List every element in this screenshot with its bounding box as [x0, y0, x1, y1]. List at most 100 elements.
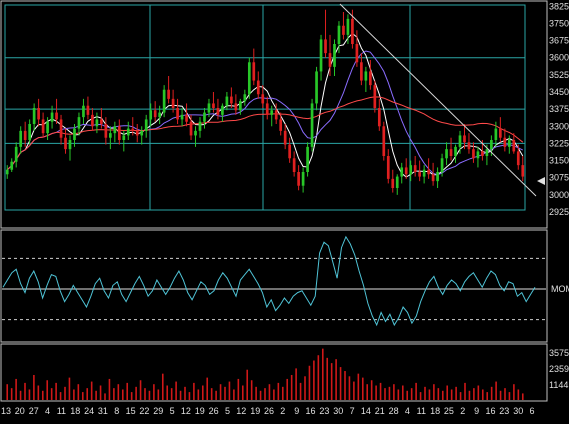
candle-body — [382, 126, 386, 156]
candle-body — [256, 80, 260, 95]
candle-body — [247, 62, 251, 95]
candle-body — [400, 167, 404, 177]
price-tick-label: 3675 — [549, 36, 569, 46]
date-tick-label: 9 — [294, 406, 299, 416]
candle-body — [109, 133, 112, 138]
candle-body — [445, 149, 448, 159]
candle-body — [55, 112, 58, 120]
date-tick-label: 16 — [485, 406, 495, 416]
candle-body — [265, 103, 269, 115]
candle-body — [391, 178, 395, 188]
date-tick-label: 24 — [84, 406, 94, 416]
candle-body — [212, 103, 215, 108]
candle-body — [449, 149, 453, 156]
candle-body — [239, 101, 242, 111]
price-axis-ticks: 3825 3750 3675 3600 3525 3450 3375 3300 3225 3150… — [549, 1, 569, 217]
candle-body — [463, 135, 466, 143]
candle-body — [135, 130, 139, 136]
candle-body — [422, 169, 426, 177]
date-tick-label: 14 — [361, 406, 371, 416]
candle-body — [404, 167, 408, 175]
candle-body — [91, 114, 94, 127]
candle-body — [507, 140, 511, 147]
candle-body — [413, 165, 417, 172]
candle — [306, 142, 309, 177]
candle-body — [82, 105, 85, 118]
candle-body — [386, 156, 390, 179]
candle-body — [328, 53, 332, 67]
date-tick-label: 19 — [195, 406, 205, 416]
candle-body — [342, 25, 345, 35]
date-tick-label: 20 — [15, 406, 25, 416]
candle-body — [377, 108, 381, 127]
date-tick-label: 23 — [319, 406, 329, 416]
price-tick-label: 3525 — [549, 70, 569, 80]
price-tick-label: 3825 — [549, 1, 569, 11]
candle-body — [476, 151, 480, 159]
date-tick-label: 11 — [417, 406, 426, 416]
candle-body — [122, 135, 126, 140]
candle-body — [306, 146, 309, 172]
candle-body — [243, 94, 247, 102]
candle-body — [458, 135, 462, 147]
candle-body — [230, 96, 233, 104]
date-axis-labels: 13 20 27 4 11 18 24 31 8 15 22 29 5 12 19 26 5 12 19 26 2 9 16… — [1, 406, 535, 416]
candle-body — [198, 121, 202, 131]
candle-body — [203, 112, 206, 122]
price-tick-label: 3000 — [549, 190, 569, 200]
candle-body — [288, 144, 291, 159]
price-tick-label: 3450 — [549, 87, 569, 97]
candle-body — [337, 25, 341, 44]
candle-body — [149, 110, 153, 120]
date-tick-label: 2 — [280, 406, 285, 416]
candle — [373, 80, 377, 113]
candle-body — [126, 128, 130, 136]
price-tick-label: 3750 — [549, 18, 569, 28]
candle-body — [297, 172, 300, 186]
candle-body — [77, 117, 81, 129]
candle-body — [32, 108, 36, 124]
candle-body — [333, 44, 336, 67]
candle-body — [5, 169, 9, 175]
candle-body — [207, 103, 211, 113]
date-tick-label: 30 — [513, 406, 523, 416]
date-tick-label: 23 — [499, 406, 509, 416]
candle-body — [221, 105, 224, 115]
candle-body — [436, 172, 439, 182]
date-tick-label: 27 — [29, 406, 39, 416]
candle-body — [158, 112, 161, 118]
candle-body — [117, 126, 121, 140]
price-tick-label: 3300 — [549, 121, 569, 131]
candle-body — [270, 110, 274, 115]
candle-body — [516, 151, 520, 166]
date-tick-label: 4 — [405, 406, 410, 416]
price-tick-label: 3150 — [549, 156, 569, 166]
date-tick-label: 15 — [126, 406, 136, 416]
candle-body — [292, 158, 296, 172]
candle-body — [490, 140, 493, 150]
candle-body — [216, 108, 220, 115]
candle-body — [144, 119, 148, 131]
candle — [247, 57, 251, 99]
candle-body — [512, 140, 516, 152]
date-tick-label: 8 — [114, 406, 119, 416]
date-tick-label: 29 — [153, 406, 163, 416]
candle-body — [360, 62, 363, 81]
candle-body — [485, 149, 489, 156]
date-tick-label: 11 — [57, 406, 66, 416]
candle-body — [310, 103, 314, 147]
candle-body — [59, 119, 63, 138]
candle-body — [162, 89, 166, 113]
candle-body — [140, 130, 144, 136]
candle-body — [427, 169, 430, 175]
date-tick-label: 31 — [98, 406, 108, 416]
date-tick-label: 12 — [236, 406, 246, 416]
date-tick-label: 19 — [250, 406, 260, 416]
candle-body — [46, 121, 49, 134]
date-tick-label: 4 — [45, 406, 50, 416]
date-tick-label: 18 — [430, 406, 440, 416]
date-tick-label: 7 — [350, 406, 355, 416]
candle-body — [50, 112, 54, 122]
candle-body — [86, 105, 90, 115]
candle — [162, 85, 166, 118]
